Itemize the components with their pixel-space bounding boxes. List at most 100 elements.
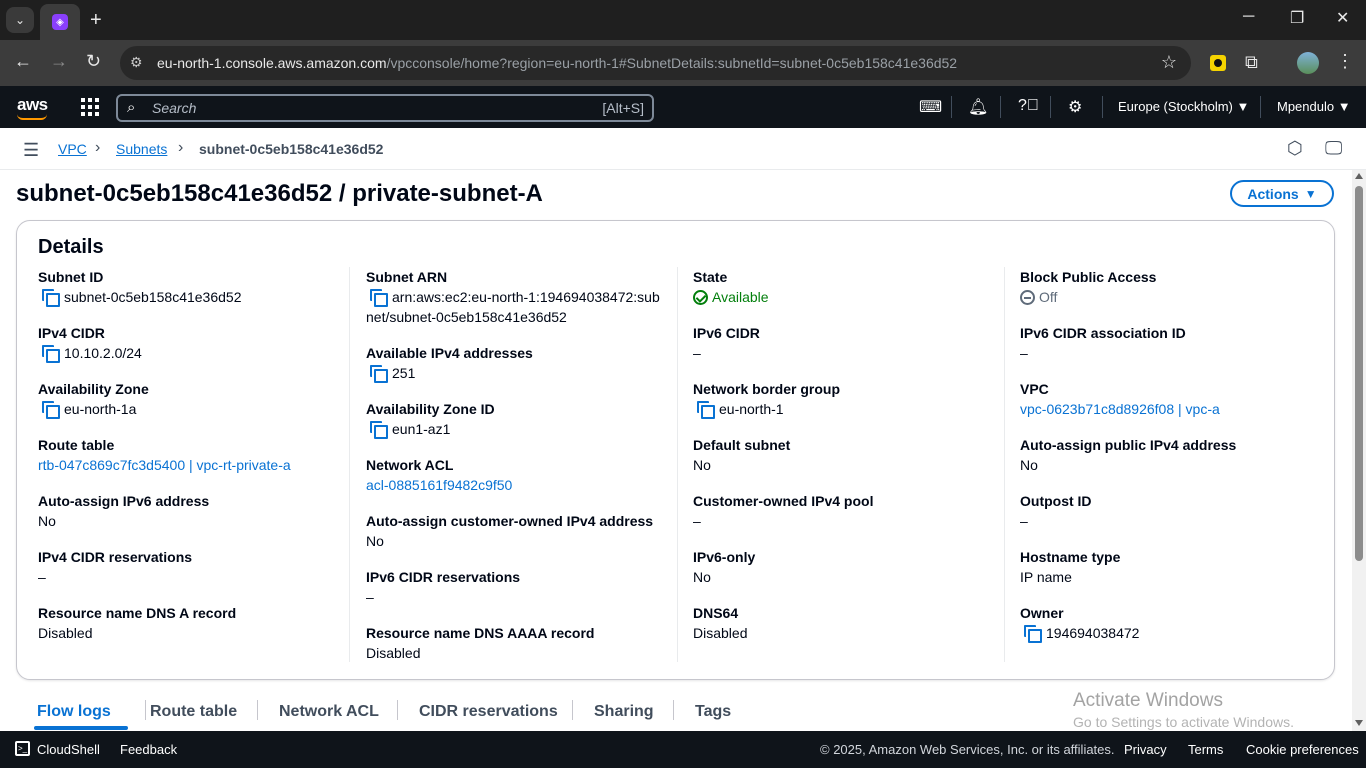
notifications-bell-icon[interactable]: 🔔︎ xyxy=(968,97,988,117)
search-input[interactable]: ⌕ Search [Alt+S] xyxy=(116,94,654,122)
actions-label: Actions xyxy=(1247,185,1299,202)
console-footer: >_ CloudShell Feedback © 2025, Amazon We… xyxy=(0,731,1366,768)
services-grid-icon[interactable] xyxy=(81,98,99,116)
tab-divider xyxy=(145,700,146,720)
tab-search-button[interactable]: ⌄ xyxy=(6,7,34,33)
url-omnibox[interactable]: ⚙ eu-north-1.console.aws.amazon.com/vpcc… xyxy=(120,46,1191,80)
vpc-link[interactable]: vpc-0623b71c8d8926f08 | vpc-a xyxy=(1020,399,1330,419)
status-value: Off xyxy=(1039,289,1058,305)
field-value: 194694038472 xyxy=(1046,625,1140,641)
cloudshell-icon[interactable]: >_ xyxy=(15,741,30,756)
region-selector[interactable]: Europe (Stockholm) ▼ xyxy=(1118,99,1249,114)
restore-button[interactable]: ❐ xyxy=(1290,8,1304,28)
actions-button[interactable]: Actions ▼ xyxy=(1230,180,1334,207)
browser-tab-bar: ⌄ ◈ + ─ ❐ ✕ xyxy=(0,0,1366,40)
page-title: subnet-0c5eb158c41e36d52 / private-subne… xyxy=(16,180,543,207)
field-availability-zone-id: Availability Zone ID eun1-az1 xyxy=(366,399,676,439)
field-ipv6-association-id: IPv6 CIDR association ID – xyxy=(1020,323,1330,363)
tab-flow-logs[interactable]: Flow logs xyxy=(37,703,111,721)
network-acl-link[interactable]: acl-0885161f9482c9f50 xyxy=(366,475,676,495)
copy-icon[interactable] xyxy=(42,345,60,363)
copy-icon[interactable] xyxy=(697,401,715,419)
field-subnet-id: Subnet ID subnet-0c5eb158c41e36d52 xyxy=(38,267,348,307)
browser-tab[interactable]: ◈ xyxy=(40,4,80,40)
copy-icon[interactable] xyxy=(370,421,388,439)
feedback-link[interactable]: Feedback xyxy=(120,742,177,757)
back-arrow-icon[interactable]: ← xyxy=(14,51,32,72)
tab-route-table[interactable]: Route table xyxy=(150,703,237,721)
terms-link[interactable]: Terms xyxy=(1188,742,1223,757)
field-value: No xyxy=(693,457,711,473)
field-label: Auto-assign customer-owned IPv4 address xyxy=(366,513,654,529)
close-window-button[interactable]: ✕ xyxy=(1336,8,1349,28)
new-tab-button[interactable]: + xyxy=(90,9,102,31)
breadcrumb-vpc[interactable]: VPC xyxy=(58,141,87,157)
field-ipv4-cidr: IPv4 CIDR 10.10.2.0/24 xyxy=(38,323,348,363)
side-nav-menu-icon[interactable]: ☰ xyxy=(23,140,39,161)
account-menu[interactable]: Mpendulo ▼ xyxy=(1277,99,1351,114)
reload-icon[interactable]: ↻ xyxy=(86,51,101,72)
cloudshell-link[interactable]: CloudShell xyxy=(37,742,100,757)
field-value: No xyxy=(693,569,711,585)
nav-divider xyxy=(1102,96,1103,118)
scrollbar-thumb[interactable] xyxy=(1355,186,1363,561)
cookie-preferences-link[interactable]: Cookie preferences xyxy=(1246,742,1359,757)
help-icon[interactable]: ?⃝ xyxy=(1018,97,1039,115)
display-preferences-icon[interactable]: 🖵︎ xyxy=(1325,138,1342,159)
field-label: IPv6 CIDR xyxy=(693,325,760,341)
column-divider xyxy=(349,267,350,662)
browser-menu-icon[interactable]: ⋮ xyxy=(1336,51,1354,72)
field-value: 251 xyxy=(392,365,416,381)
search-icon: ⌕ xyxy=(127,99,136,116)
field-customer-owned-pool: Customer-owned IPv4 pool – xyxy=(693,491,1003,531)
column-divider xyxy=(1004,267,1005,662)
field-value: – xyxy=(38,569,46,585)
field-label: IPv4 CIDR xyxy=(38,325,105,341)
copy-icon[interactable] xyxy=(42,289,60,307)
field-ipv6-only: IPv6-only No xyxy=(693,547,1003,587)
field-auto-assign-ipv6: Auto-assign IPv6 address No xyxy=(38,491,348,531)
status-off-icon xyxy=(1020,290,1035,305)
field-label: Availability Zone xyxy=(38,381,149,397)
url-text[interactable]: eu-north-1.console.aws.amazon.com/vpccon… xyxy=(157,55,957,71)
minimize-button[interactable]: ─ xyxy=(1243,8,1254,26)
privacy-link[interactable]: Privacy xyxy=(1124,742,1167,757)
field-block-public-access: Block Public Access Off xyxy=(1020,267,1330,307)
field-available-ipv4: Available IPv4 addresses 251 xyxy=(366,343,676,383)
tab-sharing[interactable]: Sharing xyxy=(594,703,654,721)
field-label: Subnet ID xyxy=(38,269,104,285)
field-network-border-group: Network border group eu-north-1 xyxy=(693,379,1003,419)
field-value: – xyxy=(693,345,701,361)
tab-network-acl[interactable]: Network ACL xyxy=(279,703,379,721)
field-label: Outpost ID xyxy=(1020,493,1092,509)
hexagon-info-icon[interactable]: ⬡ xyxy=(1287,138,1303,159)
bookmark-star-icon[interactable]: ☆ xyxy=(1161,52,1177,73)
forward-arrow-icon[interactable]: → xyxy=(50,51,68,72)
copy-icon[interactable] xyxy=(42,401,60,419)
breadcrumb-current: subnet-0c5eb158c41e36d52 xyxy=(199,141,384,157)
copy-icon[interactable] xyxy=(370,365,388,383)
tab-tags[interactable]: Tags xyxy=(695,703,731,721)
cloudshell-terminal-icon[interactable]: ⌨ xyxy=(919,97,942,117)
site-info-icon[interactable]: ⚙ xyxy=(130,54,143,71)
aws-logo[interactable]: aws xyxy=(17,95,48,115)
field-dns64: DNS64 Disabled xyxy=(693,603,1003,643)
route-table-link[interactable]: rtb-047c869c7fc3d5400 | vpc-rt-private-a xyxy=(38,455,348,475)
activate-windows-subtext: Go to Settings to activate Windows. xyxy=(1073,714,1294,730)
breadcrumb-subnets[interactable]: Subnets xyxy=(116,141,167,157)
page-scrollbar[interactable] xyxy=(1352,170,1366,731)
extension-pacman-icon[interactable] xyxy=(1210,55,1226,71)
success-check-icon xyxy=(693,290,708,305)
scroll-down-arrow-icon[interactable] xyxy=(1355,720,1363,726)
field-label: Customer-owned IPv4 pool xyxy=(693,493,874,509)
extensions-puzzle-icon[interactable]: ⧉ xyxy=(1245,52,1258,73)
field-subnet-arn: Subnet ARN arn:aws:ec2:eu-north-1:194694… xyxy=(366,267,676,327)
copy-icon[interactable] xyxy=(370,289,388,307)
chevron-right-icon: › xyxy=(95,139,101,156)
copy-icon[interactable] xyxy=(1024,625,1042,643)
profile-avatar[interactable] xyxy=(1297,52,1319,74)
tab-cidr-reservations[interactable]: CIDR reservations xyxy=(419,703,558,721)
settings-gear-icon[interactable]: ⚙ xyxy=(1068,97,1082,117)
scroll-up-arrow-icon[interactable] xyxy=(1355,173,1363,179)
field-value: arn:aws:ec2:eu-north-1:194694038472:subn… xyxy=(366,289,660,325)
